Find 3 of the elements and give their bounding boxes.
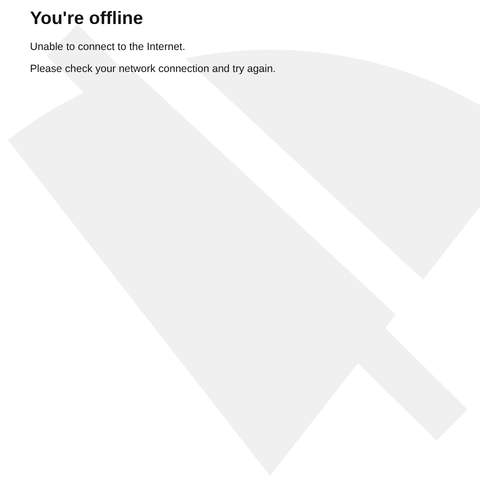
message-text: Please check your network connection and try again. xyxy=(30,63,277,75)
offline-heading: You're offline xyxy=(30,8,144,29)
message-text: Unable to connect to the Internet. xyxy=(30,41,186,53)
